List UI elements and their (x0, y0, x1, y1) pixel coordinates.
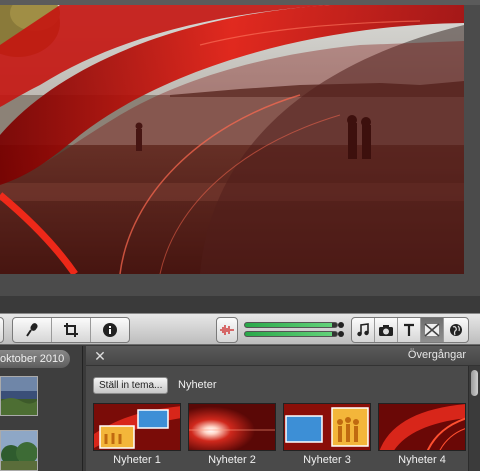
transition-label: Nyheter 3 (303, 454, 351, 466)
crop-icon (64, 323, 78, 337)
audio-adjust-button[interactable] (217, 318, 237, 342)
toolbar-group-partial (0, 317, 4, 343)
music-note-icon (357, 323, 369, 337)
maps-browser-button[interactable] (444, 318, 468, 342)
transition-label: Nyheter 1 (113, 454, 161, 466)
transition-label: Nyheter 2 (208, 454, 256, 466)
event-browser: oktober 2010 (0, 346, 83, 471)
viewer-area (0, 0, 480, 296)
transition-icon (424, 323, 440, 337)
transition-preview-3 (284, 404, 370, 450)
audio-meter-left-fill (245, 323, 333, 327)
event-title[interactable]: oktober 2010 (0, 350, 70, 368)
toolbar-group-edit (12, 317, 130, 343)
toolbar-button-hidden[interactable] (0, 318, 3, 342)
meter-peak-right (338, 331, 344, 337)
panel-title: Övergångar (407, 349, 466, 361)
transition-preview-2 (189, 404, 275, 450)
microphone-icon (26, 323, 38, 337)
audio-meter-right-fill (245, 332, 333, 336)
vertical-scrollbar[interactable] (468, 366, 480, 471)
clip-image-lake (1, 377, 37, 415)
transition-thumbnail (283, 403, 371, 451)
set-theme-button[interactable]: Ställ in tema... (93, 377, 169, 394)
theme-name: Nyheter (178, 379, 217, 391)
transitions-browser: ✕ Övergångar Ställ in tema... Nyheter Ny… (86, 346, 480, 471)
audio-level-meter (244, 321, 344, 339)
imovie-window: oktober 2010 ✕ Övergångar Ställ in tema.… (0, 0, 480, 471)
transition-preview-4 (379, 404, 465, 450)
waveform-icon (220, 325, 234, 335)
transition-label: Nyheter 4 (398, 454, 446, 466)
transition-thumbnail (378, 403, 466, 451)
camera-icon (379, 325, 393, 336)
voiceover-button[interactable] (13, 318, 52, 342)
transitions-browser-button[interactable] (421, 318, 444, 342)
toolbar-group-browsers (351, 317, 469, 343)
clip-image-park (1, 431, 37, 470)
transition-preview-1 (94, 404, 180, 450)
preview-frame-image (0, 5, 464, 274)
transition-item[interactable]: Nyheter 4 (378, 403, 466, 466)
transition-item[interactable]: Nyheter 3 (283, 403, 371, 466)
close-icon[interactable]: ✕ (92, 348, 108, 364)
audio-meter-left (244, 322, 338, 328)
meter-peak-left (338, 322, 344, 328)
crop-button[interactable] (52, 318, 91, 342)
music-browser-button[interactable] (352, 318, 375, 342)
titles-browser-button[interactable] (398, 318, 421, 342)
event-clip-thumbnail[interactable] (0, 430, 38, 471)
transition-thumbnail (93, 403, 181, 451)
info-icon (103, 323, 117, 337)
photo-browser-button[interactable] (375, 318, 398, 342)
transition-item[interactable]: Nyheter 2 (188, 403, 276, 466)
inspector-button[interactable] (91, 318, 129, 342)
toolbar-group-volume (216, 317, 238, 343)
title-icon (404, 323, 414, 336)
globe-icon (450, 324, 462, 336)
video-preview[interactable] (0, 5, 464, 274)
toolbar (0, 313, 480, 345)
transitions-titlebar: ✕ Övergångar (86, 346, 480, 366)
event-clip-thumbnail[interactable] (0, 376, 38, 416)
transition-thumbnail (188, 403, 276, 451)
transition-item[interactable]: Nyheter 1 (93, 403, 181, 466)
scrollbar-thumb[interactable] (471, 370, 478, 396)
audio-meter-right (244, 331, 338, 337)
